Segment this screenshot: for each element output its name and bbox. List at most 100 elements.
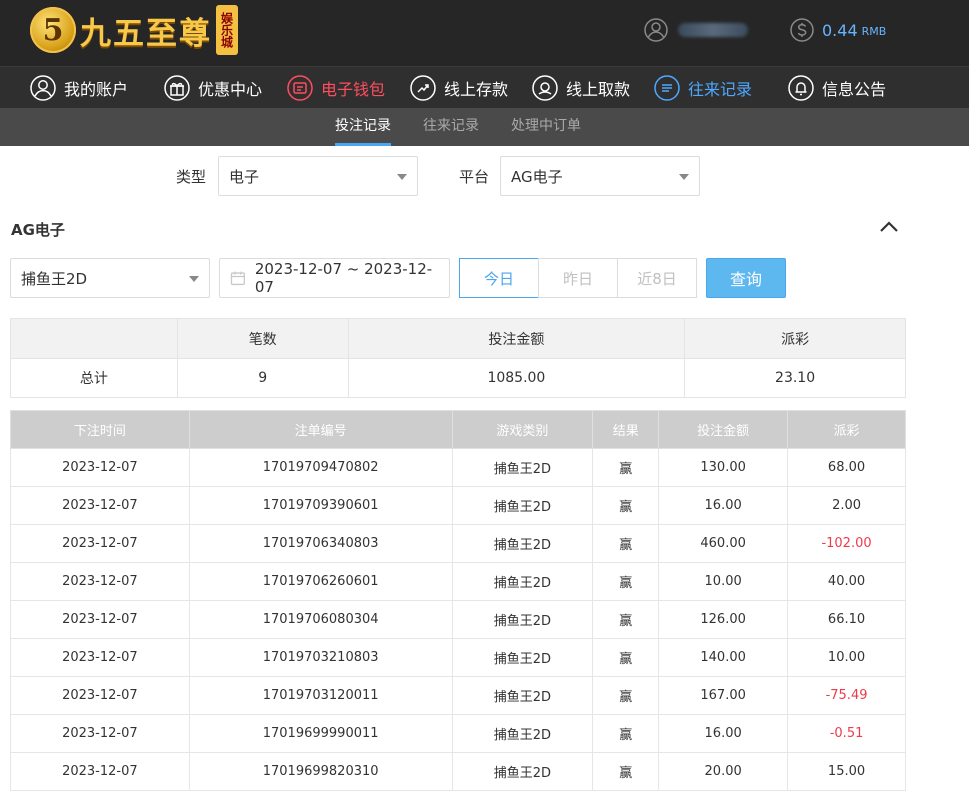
chevron-up-icon[interactable]	[878, 218, 900, 236]
nav-online-withdraw[interactable]: 线上取款	[532, 67, 630, 109]
table-cell: 2023-12-07	[10, 638, 190, 677]
nav-label: 线上取款	[566, 80, 631, 99]
gift-icon	[164, 75, 190, 101]
column-header: 结果	[592, 410, 660, 449]
tab-transaction-records[interactable]: 往来记录	[423, 108, 479, 146]
main-nav: 我的账户 优惠中心 电子钱包 线上存款 线上取款 往来记录 信息公告	[0, 66, 969, 108]
table-cell: 17019709390601	[188, 486, 453, 525]
summary-total-row: 总计 9 1085.00 23.10	[10, 358, 906, 398]
balance-amount: 0.44	[822, 20, 858, 40]
platform-select[interactable]: AG电子	[500, 156, 700, 196]
table-cell: 捕鱼王2D	[451, 676, 594, 715]
withdraw-icon	[532, 75, 558, 101]
table-cell: 2023-12-07	[10, 714, 190, 753]
table-cell: 126.00	[658, 600, 789, 639]
date-range-text: 2023-12-07 ~ 2023-12-07	[254, 260, 433, 296]
platform-select-value: AG电子	[511, 167, 563, 186]
summary-header-cell: 派彩	[684, 318, 906, 359]
bell-icon	[788, 75, 814, 101]
query-button[interactable]: 查询	[706, 258, 786, 298]
type-select[interactable]: 电子	[218, 156, 418, 196]
bet-records-table: 下注时间 注单编号 游戏类别 结果 投注金额 派彩 2023-12-07 1701…	[10, 410, 906, 791]
game-select[interactable]: 捕鱼王2D	[10, 258, 210, 298]
summary-cell: 1085.00	[347, 358, 686, 398]
nav-label: 电子钱包	[321, 80, 386, 99]
table-cell: 捕鱼王2D	[451, 638, 594, 677]
table-cell: 捕鱼王2D	[451, 752, 594, 791]
nav-label: 信息公告	[822, 80, 887, 99]
summary-cell: 23.10	[684, 358, 906, 398]
table-cell: 17019703120011	[188, 676, 453, 715]
table-cell: 2023-12-07	[10, 600, 190, 639]
username-redacted	[678, 23, 748, 37]
table-row: 2023-12-07 17019709390601 捕鱼王2D 赢 16.00 2.00	[10, 486, 906, 525]
table-cell: 17019709470802	[188, 448, 453, 487]
nav-online-deposit[interactable]: 线上存款	[410, 67, 508, 109]
column-header: 注单编号	[188, 410, 453, 449]
table-cell: 17019703210803	[188, 638, 453, 677]
table-cell: 赢	[592, 448, 660, 487]
balance-unit: RMB	[861, 25, 887, 38]
table-cell: 捕鱼王2D	[451, 448, 594, 487]
table-row: 2023-12-07 17019703210803 捕鱼王2D 赢 140.00 10.0…	[10, 638, 906, 677]
table-cell: 2.00	[787, 486, 906, 525]
user-icon	[644, 18, 668, 42]
wallet-balance: 0.44 RMB	[790, 16, 886, 44]
table-row: 2023-12-07 17019709470802 捕鱼王2D 赢 130.00 68.0…	[10, 448, 906, 487]
table-cell: 20.00	[658, 752, 789, 791]
tab-bet-records[interactable]: 投注记录	[335, 108, 391, 146]
table-row: 2023-12-07 17019706260601 捕鱼王2D 赢 10.00 40.00	[10, 562, 906, 601]
tab-pending-orders[interactable]: 处理中订单	[511, 108, 581, 146]
table-cell: 66.10	[787, 600, 906, 639]
summary-header-cell: 投注金额	[347, 318, 686, 359]
chevron-down-icon	[189, 276, 199, 282]
calendar-icon	[230, 271, 245, 286]
column-header: 投注金额	[658, 410, 789, 449]
platform-label: 平台	[459, 168, 490, 186]
table-cell: 40.00	[787, 562, 906, 601]
table-cell: 17019706340803	[188, 524, 453, 563]
summary-table: 笔数 投注金额 派彩 总计 9 1085.00 23.10	[10, 318, 906, 398]
logo-text: 九五至尊	[80, 15, 212, 52]
column-header: 下注时间	[10, 410, 190, 449]
user-icon	[30, 75, 56, 101]
column-header: 游戏类别	[451, 410, 594, 449]
chevron-down-icon	[397, 174, 407, 180]
summary-cell: 9	[176, 358, 349, 398]
table-row: 2023-12-07 17019699990011 捕鱼王2D 赢 16.00 -0.51	[10, 714, 906, 753]
table-cell: 赢	[592, 752, 660, 791]
wallet-icon	[287, 75, 313, 101]
range-8days-button[interactable]: 近8日	[617, 258, 697, 298]
site-logo[interactable]: 5 九五至尊 娱乐城	[30, 4, 238, 56]
user-info[interactable]	[644, 16, 748, 44]
column-header: 派彩	[787, 410, 906, 449]
nav-my-account[interactable]: 我的账户	[30, 67, 128, 109]
type-label: 类型	[176, 168, 207, 186]
nav-transaction-records[interactable]: 往来记录	[654, 67, 752, 109]
nav-announcements[interactable]: 信息公告	[788, 67, 886, 109]
summary-header-cell	[10, 318, 178, 359]
table-cell: -0.51	[787, 714, 906, 753]
table-cell: 赢	[592, 486, 660, 525]
range-yesterday-button[interactable]: 昨日	[538, 258, 618, 298]
top-header: 5 九五至尊 娱乐城 0.44 RMB	[0, 0, 969, 66]
table-cell: 17019699820310	[188, 752, 453, 791]
table-cell: 2023-12-07	[10, 562, 190, 601]
table-cell: 130.00	[658, 448, 789, 487]
range-today-button[interactable]: 今日	[459, 258, 539, 298]
table-cell: 捕鱼王2D	[451, 600, 594, 639]
table-cell: 17019706260601	[188, 562, 453, 601]
table-cell: 68.00	[787, 448, 906, 487]
date-range-input[interactable]: 2023-12-07 ~ 2023-12-07	[219, 258, 450, 298]
nav-promotions[interactable]: 优惠中心	[164, 67, 262, 109]
nav-label: 优惠中心	[198, 80, 263, 99]
table-cell: 捕鱼王2D	[451, 524, 594, 563]
table-cell: 10.00	[787, 638, 906, 677]
table-cell: 2023-12-07	[10, 486, 190, 525]
table-row: 2023-12-07 17019706080304 捕鱼王2D 赢 126.00 66.1…	[10, 600, 906, 639]
section-title: AG电子	[11, 221, 65, 239]
nav-e-wallet[interactable]: 电子钱包	[287, 67, 385, 109]
summary-cell: 总计	[10, 358, 178, 398]
deposit-icon	[410, 75, 436, 101]
table-cell: 17019699990011	[188, 714, 453, 753]
